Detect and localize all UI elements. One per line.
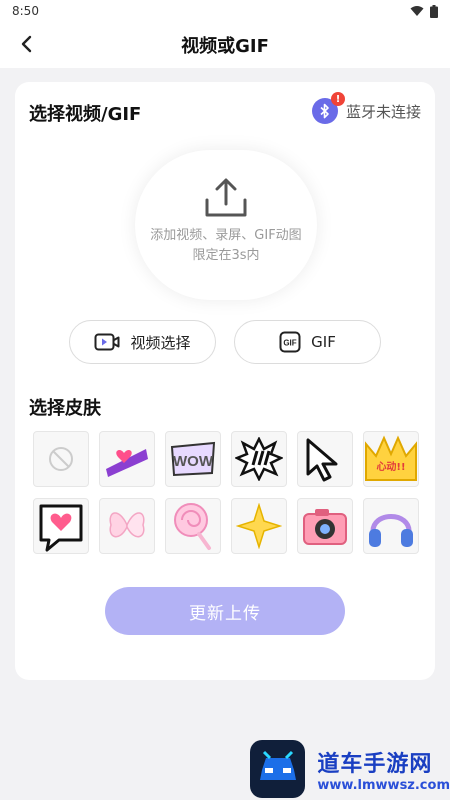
watermark-text: 道车手游网 www.lmwwsz.com [317, 746, 450, 793]
wow-sticker-icon: WOW [170, 441, 216, 477]
watermark-name: 道车手游网 [317, 751, 433, 777]
status-icons [410, 4, 438, 18]
gif-select-button[interactable]: GIF GIF [234, 320, 381, 364]
wifi-icon [410, 6, 424, 16]
butterfly-icon [109, 512, 145, 538]
video-select-button[interactable]: 视频选择 [69, 320, 216, 364]
gif-icon-text: GIF [283, 339, 296, 348]
gif-file-icon: GIF [279, 331, 301, 353]
lollipop-icon [174, 503, 211, 550]
skin-lollipop[interactable] [165, 498, 221, 554]
skin-love[interactable] [99, 431, 155, 487]
video-section-title: 选择视频/GIF [29, 104, 142, 125]
crown-sticker-text: 心动!! [376, 460, 405, 473]
none-icon [49, 447, 73, 471]
heart-bubble-icon [39, 504, 83, 552]
skin-none[interactable] [33, 431, 89, 487]
upload-area[interactable]: 添加视频、录屏、GIF动图 限定在3s内 [135, 150, 317, 300]
pow-burst-icon [235, 437, 283, 481]
upload-icon [205, 178, 247, 217]
watermark: 道车手游网 www.lmwwsz.com [250, 738, 450, 800]
status-time: 8:50 [12, 4, 39, 18]
main-card: 选择视频/GIF ! 蓝牙未连接 添加视频、录屏、GIF动图 限定在3s内 视频… [15, 82, 435, 680]
skin-butterfly[interactable] [99, 498, 155, 554]
battery-icon [430, 4, 438, 18]
skin-wow[interactable]: WOW [165, 431, 221, 487]
skin-cursor[interactable] [297, 431, 353, 487]
update-upload-button[interactable]: 更新上传 [105, 587, 345, 635]
headphones-icon [369, 514, 413, 547]
cursor-icon [306, 438, 338, 482]
crown-icon: 心动!! [365, 435, 417, 481]
page-title: 视频或GIF [181, 36, 269, 57]
nav-bar: 视频或GIF [0, 22, 450, 68]
skin-pow[interactable] [231, 431, 287, 487]
bluetooth-icon: ! [311, 92, 345, 124]
video-camera-icon [94, 333, 120, 351]
upload-hint: 添加视频、录屏、GIF动图 限定在3s内 [150, 226, 301, 266]
bluetooth-status[interactable]: ! 蓝牙未连接 [311, 92, 421, 124]
skin-headphones[interactable] [363, 498, 419, 554]
skin-heart-bubble[interactable] [33, 498, 89, 554]
skins-section-title: 选择皮肤 [29, 398, 101, 419]
love-sticker-icon [106, 449, 148, 477]
chevron-left-icon [21, 35, 32, 53]
skin-sparkle[interactable] [231, 498, 287, 554]
camera-icon [303, 509, 347, 545]
skins-grid: WOW 心动!! [33, 431, 419, 554]
alert-badge: ! [330, 92, 345, 106]
watermark-url: www.lmwwsz.com [317, 777, 450, 793]
video-select-label: 视频选择 [130, 333, 191, 352]
svg-text:WOW: WOW [173, 453, 214, 470]
upload-hint-line2: 限定在3s内 [192, 248, 260, 263]
sparkle-icon [236, 503, 282, 549]
skin-camera[interactable] [297, 498, 353, 554]
upload-hint-line1: 添加视频、录屏、GIF动图 [150, 228, 302, 243]
watermark-logo [250, 740, 306, 798]
bluetooth-status-label: 蓝牙未连接 [345, 102, 421, 121]
back-button[interactable] [10, 28, 42, 60]
car-logo-icon [259, 750, 296, 780]
skin-crown[interactable]: 心动!! [363, 431, 419, 487]
gif-select-label: GIF [311, 333, 336, 351]
status-bar: 8:50 [0, 0, 450, 22]
